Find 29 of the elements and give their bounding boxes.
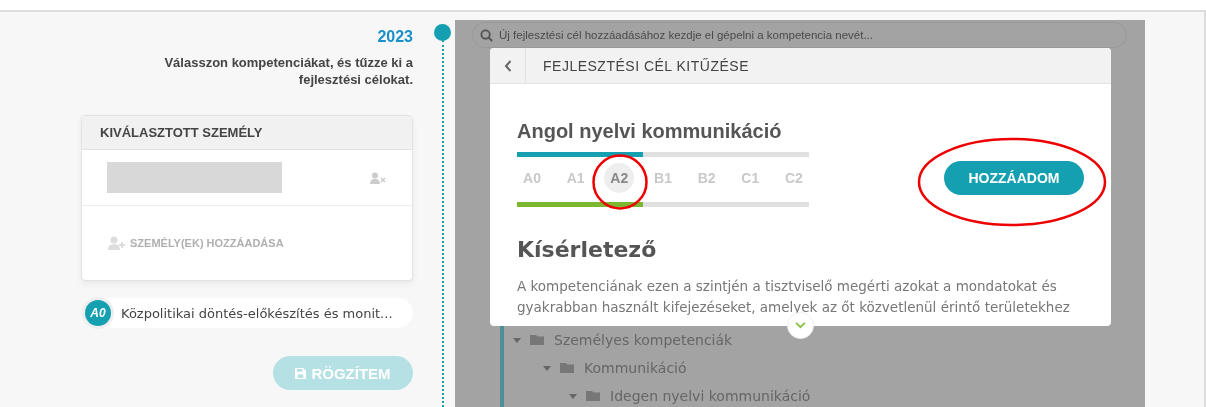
level-description: A kompetenciának ezen a szintjén a tisztviselő megérti azokat a mondatokat és gyakrabban használt kifejezéseket, amelyek az őt közvetlenül érintő területekhez bbox=[517, 277, 1071, 317]
add-persons-button[interactable]: SZEMÉLY(EK) HOZZÁADÁSA bbox=[82, 206, 412, 280]
level-option[interactable]: A2 bbox=[604, 163, 635, 193]
folder-icon bbox=[560, 362, 576, 374]
search-field[interactable]: Új fejlesztési cél hozzáadásához kezdje el gépelni a kompetencia nevét... bbox=[472, 22, 1127, 48]
tree-item[interactable]: Kommunikáció bbox=[584, 360, 687, 376]
year-heading: 2023 bbox=[377, 28, 413, 46]
caret-icon[interactable] bbox=[542, 363, 552, 373]
competency-name: Közpolitikai döntés-előkészítés és monit... bbox=[121, 305, 393, 321]
remove-user-icon[interactable] bbox=[370, 171, 386, 184]
card-title: KIVÁLASZTOTT SZEMÉLY bbox=[82, 116, 412, 150]
add-button[interactable]: HOZZÁADOM bbox=[944, 161, 1084, 195]
tree-item[interactable]: Idegen nyelvi kommunikáció bbox=[610, 388, 811, 404]
caret-icon[interactable] bbox=[568, 391, 578, 401]
folder-icon bbox=[530, 334, 546, 346]
annotation-ellipse bbox=[592, 154, 648, 210]
intro-text: Válasszon kompetenciákat, és tűzze ki a fejlesztési célokat. bbox=[163, 54, 413, 88]
chevron-left-icon bbox=[503, 59, 512, 72]
caret-icon[interactable] bbox=[512, 335, 522, 345]
tree-item[interactable]: Személyes kompetenciák bbox=[554, 332, 733, 348]
level-name: Kísérletező bbox=[517, 237, 658, 262]
add-user-icon bbox=[108, 236, 126, 250]
level-badge: A0 bbox=[85, 300, 111, 326]
competency-chip[interactable]: A0 Közpolitikai döntés-előkészítés és monit... bbox=[83, 298, 413, 328]
chevron-down-icon bbox=[795, 322, 806, 329]
folder-icon bbox=[586, 390, 602, 402]
search-icon bbox=[480, 29, 493, 42]
modal-title: FEJLESZTÉSI CÉL KITŰZÉSE bbox=[543, 57, 749, 74]
competency-title: Angol nyelvi kommunikáció bbox=[517, 120, 783, 143]
